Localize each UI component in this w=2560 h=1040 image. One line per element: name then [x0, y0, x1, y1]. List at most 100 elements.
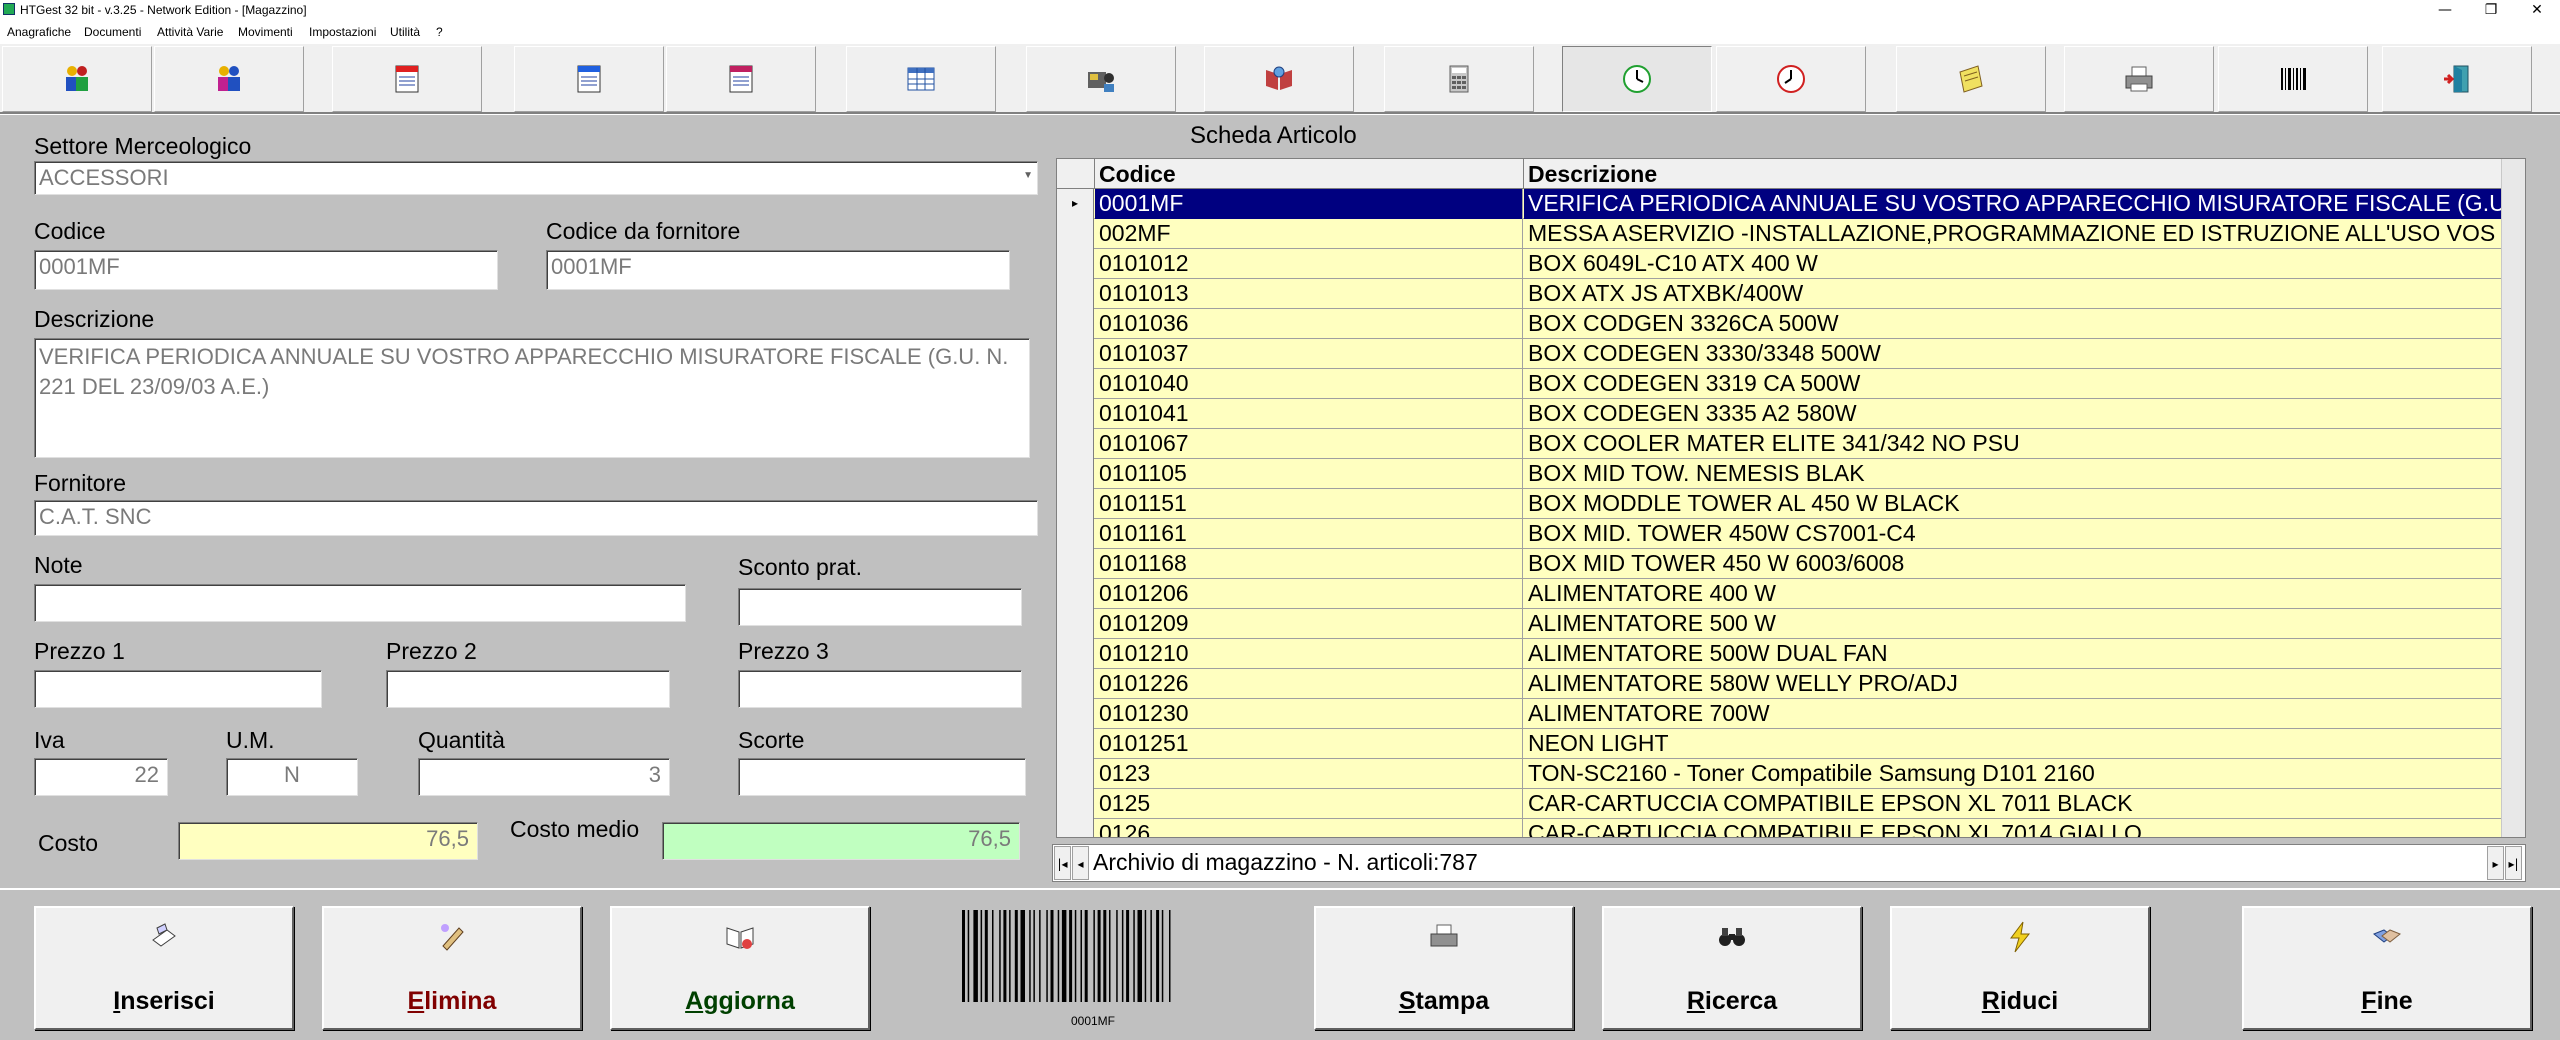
nav-next-button[interactable]: ▸ [2487, 846, 2504, 880]
row-indicator[interactable] [1057, 309, 1094, 339]
table-row[interactable]: 0101206 ALIMENTATORE 400 W [1057, 579, 2501, 609]
table-row[interactable]: 0101013 BOX ATX JS ATXBK/400W [1057, 279, 2501, 309]
table-row[interactable]: 0101036 BOX CODGEN 3326CA 500W [1057, 309, 2501, 339]
codice-fornitore-field[interactable]: 0001MF [546, 250, 1010, 290]
column-header-descrizione[interactable]: Descrizione [1524, 159, 2501, 189]
cell-descrizione[interactable]: ALIMENTATORE 500 W [1524, 609, 2501, 639]
cell-codice[interactable]: 0101210 [1095, 639, 1523, 669]
toolbar-invoice-button[interactable] [332, 46, 482, 112]
cell-descrizione[interactable]: MESSA ASERVIZIO -INSTALLAZIONE,PROGRAMMA… [1524, 219, 2501, 249]
toolbar-exit-button[interactable] [2382, 46, 2532, 112]
table-row[interactable]: 0101105 BOX MID TOW. NEMESIS BLAK [1057, 459, 2501, 489]
restore-button[interactable]: ❐ [2468, 0, 2514, 20]
riduci-button[interactable]: Riduci [1890, 906, 2150, 1030]
chevron-down-icon[interactable]: ▼ [1023, 170, 1033, 181]
toolbar-notes-button[interactable] [1896, 46, 2046, 112]
cell-descrizione[interactable]: TON-SC2160 - Toner Compatibile Samsung D… [1524, 759, 2501, 789]
cell-codice[interactable]: 0101251 [1095, 729, 1523, 759]
table-row[interactable]: 0101226 ALIMENTATORE 580W WELLY PRO/ADJ [1057, 669, 2501, 699]
cell-descrizione[interactable]: BOX 6049L-C10 ATX 400 W [1524, 249, 2501, 279]
cell-descrizione[interactable]: ALIMENTATORE 700W [1524, 699, 2501, 729]
cell-codice[interactable]: 0101161 [1095, 519, 1523, 549]
prezzo1-field[interactable] [34, 670, 322, 708]
menu-help[interactable]: ? [436, 25, 443, 39]
row-indicator[interactable] [1057, 489, 1094, 519]
row-indicator[interactable] [1057, 699, 1094, 729]
row-indicator[interactable] [1057, 279, 1094, 309]
table-row[interactable]: 0126 CAR-CARTUCCIA COMPATIBILE EPSON XL 7… [1057, 819, 2501, 837]
sconto-field[interactable] [738, 588, 1022, 626]
menu-movimenti[interactable]: Movimenti [238, 25, 293, 39]
menu-anagrafiche[interactable]: Anagrafiche [7, 25, 71, 39]
cell-codice[interactable]: 0101040 [1095, 369, 1523, 399]
grid-scrollbar[interactable] [2501, 159, 2525, 837]
fornitore-field[interactable]: C.A.T. SNC [34, 500, 1038, 536]
toolbar-clock-red-button[interactable] [1716, 46, 1866, 112]
cell-codice[interactable]: 0123 [1095, 759, 1523, 789]
cell-codice[interactable]: 0101230 [1095, 699, 1523, 729]
close-button[interactable]: ✕ [2514, 0, 2560, 20]
toolbar-warehouse-button[interactable] [1026, 46, 1176, 112]
cell-descrizione[interactable]: BOX COOLER MATER ELITE 341/342 NO PSU [1524, 429, 2501, 459]
toolbar-delivery-note-button[interactable] [666, 46, 816, 112]
cell-codice[interactable]: 0001MF [1095, 189, 1523, 219]
toolbar-customers-button[interactable] [2, 46, 152, 112]
cell-descrizione[interactable]: BOX CODEGEN 3330/3348 500W [1524, 339, 2501, 369]
codice-field[interactable]: 0001MF [34, 250, 498, 290]
cell-codice[interactable]: 002MF [1095, 219, 1523, 249]
table-row[interactable]: 0101037 BOX CODEGEN 3330/3348 500W [1057, 339, 2501, 369]
row-indicator[interactable] [1057, 219, 1094, 249]
cell-codice[interactable]: 0101012 [1095, 249, 1523, 279]
menu-attivita-varie[interactable]: Attività Varie [157, 25, 223, 39]
cell-codice[interactable]: 0101041 [1095, 399, 1523, 429]
row-indicator[interactable] [1057, 399, 1094, 429]
menu-utilita[interactable]: Utilità [390, 25, 420, 39]
toolbar-printer-button[interactable] [2064, 46, 2214, 112]
row-indicator[interactable] [1057, 459, 1094, 489]
toolbar-table-button[interactable] [846, 46, 996, 112]
table-row[interactable]: 0101161 BOX MID. TOWER 450W CS7001-C4 [1057, 519, 2501, 549]
prezzo2-field[interactable] [386, 670, 670, 708]
table-row[interactable]: 0123 TON-SC2160 - Toner Compatibile Samsu… [1057, 759, 2501, 789]
cell-codice[interactable]: 0101206 [1095, 579, 1523, 609]
scorte-field[interactable] [738, 758, 1026, 796]
cell-descrizione[interactable]: BOX MODDLE TOWER AL 450 W BLACK [1524, 489, 2501, 519]
toolbar-calculator-button[interactable] [1384, 46, 1534, 112]
table-row[interactable]: 002MF MESSA ASERVIZIO -INSTALLAZIONE,PROG… [1057, 219, 2501, 249]
menu-impostazioni[interactable]: Impostazioni [309, 25, 376, 39]
descrizione-field[interactable]: VERIFICA PERIODICA ANNUALE SU VOSTRO APP… [34, 338, 1030, 458]
cell-descrizione[interactable]: CAR-CARTUCCIA COMPATIBILE EPSON XL 7014 … [1524, 819, 2501, 837]
table-row[interactable]: 0101012 BOX 6049L-C10 ATX 400 W [1057, 249, 2501, 279]
row-indicator[interactable] [1057, 819, 1094, 837]
cell-codice[interactable]: 0101036 [1095, 309, 1523, 339]
cell-codice[interactable]: 0101226 [1095, 669, 1523, 699]
row-indicator[interactable] [1057, 729, 1094, 759]
table-row[interactable]: ▸ 0001MF VERIFICA PERIODICA ANNUALE SU VOS… [1057, 189, 2501, 219]
row-indicator[interactable] [1057, 789, 1094, 819]
quantita-field[interactable]: 3 [418, 758, 670, 796]
table-row[interactable]: 0101230 ALIMENTATORE 700W [1057, 699, 2501, 729]
toolbar-map-book-button[interactable] [1204, 46, 1354, 112]
row-indicator[interactable] [1057, 249, 1094, 279]
cell-descrizione[interactable]: ALIMENTATORE 580W WELLY PRO/ADJ [1524, 669, 2501, 699]
fine-button[interactable]: Fine [2242, 906, 2532, 1030]
row-indicator[interactable] [1057, 519, 1094, 549]
table-row[interactable]: 0101210 ALIMENTATORE 500W DUAL FAN [1057, 639, 2501, 669]
row-indicator[interactable] [1057, 639, 1094, 669]
row-indicator[interactable]: ▸ [1057, 189, 1094, 219]
stampa-button[interactable]: Stampa [1314, 906, 1574, 1030]
table-row[interactable]: 0101040 BOX CODEGEN 3319 CA 500W [1057, 369, 2501, 399]
cell-descrizione[interactable]: BOX MID. TOWER 450W CS7001-C4 [1524, 519, 2501, 549]
nav-prev-button[interactable]: ◂ [1072, 846, 1089, 880]
um-field[interactable]: N [226, 758, 358, 796]
cell-codice[interactable]: 0125 [1095, 789, 1523, 819]
elimina-button[interactable]: Elimina [322, 906, 582, 1030]
cell-descrizione[interactable]: BOX CODGEN 3326CA 500W [1524, 309, 2501, 339]
cell-codice[interactable]: 0101151 [1095, 489, 1523, 519]
table-row[interactable]: 0101041 BOX CODEGEN 3335 A2 580W [1057, 399, 2501, 429]
row-indicator[interactable] [1057, 609, 1094, 639]
table-row[interactable]: 0125 CAR-CARTUCCIA COMPATIBILE EPSON XL 7… [1057, 789, 2501, 819]
inserisci-button[interactable]: Inserisci [34, 906, 294, 1030]
cell-descrizione[interactable]: ALIMENTATORE 500W DUAL FAN [1524, 639, 2501, 669]
cell-descrizione[interactable]: BOX CODEGEN 3319 CA 500W [1524, 369, 2501, 399]
